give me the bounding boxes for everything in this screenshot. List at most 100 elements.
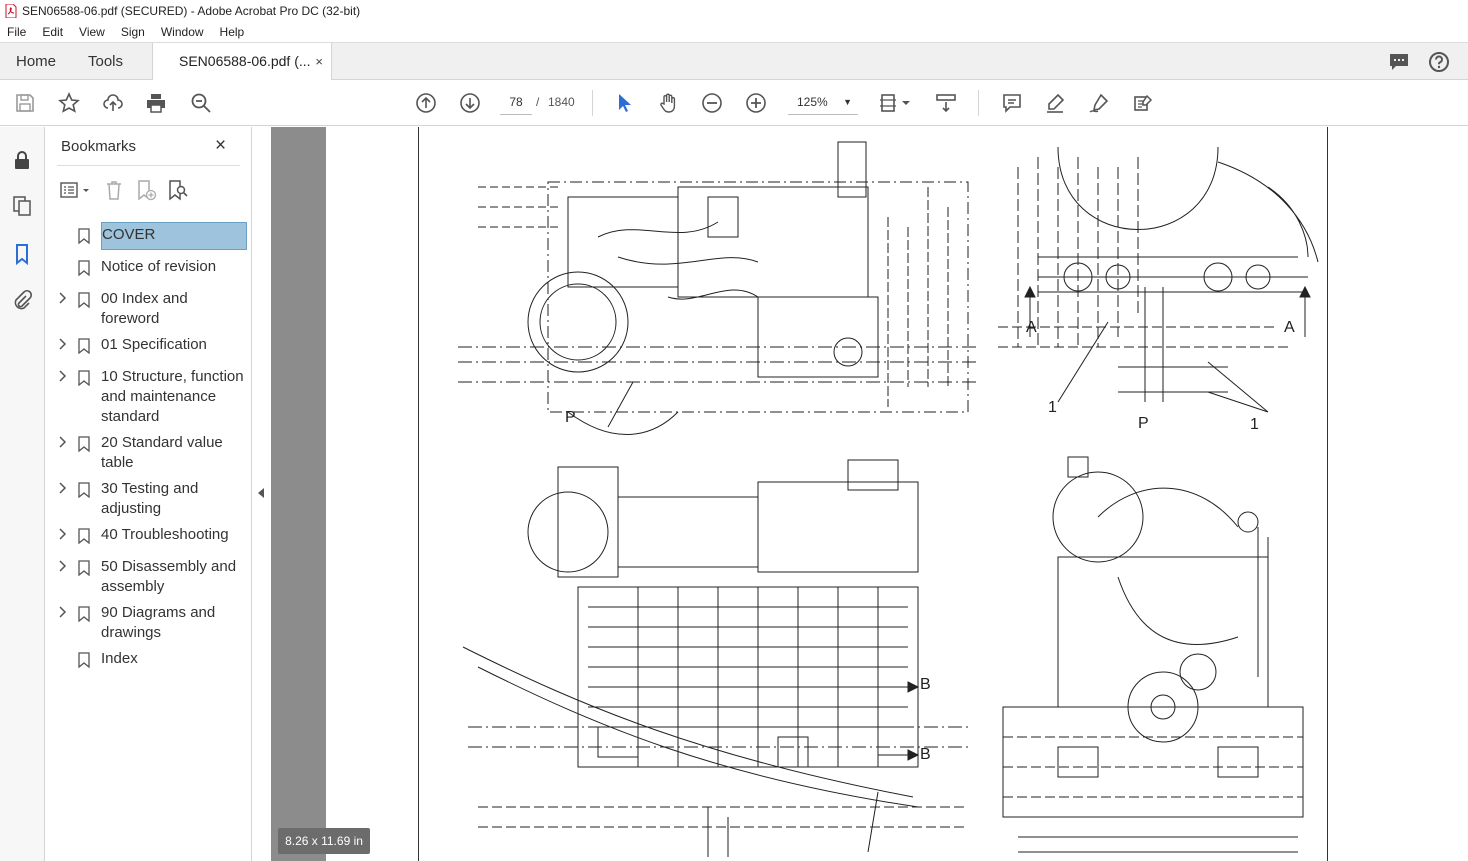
save-icon[interactable]: [13, 91, 37, 115]
add-comment-icon[interactable]: [1000, 91, 1024, 115]
zoom-search-icon[interactable]: [189, 91, 213, 115]
toolbar-divider: [978, 90, 979, 116]
label-b-top: B: [920, 676, 931, 693]
tab-document[interactable]: SEN06588-06.pdf (... ×: [152, 43, 332, 81]
bookmark-icon: [78, 528, 90, 544]
zoom-level-dropdown[interactable]: 125% ▼: [788, 89, 858, 115]
bookmark-label: 90 Diagrams and drawings: [101, 604, 216, 641]
window-title: SEN06588-06.pdf (SECURED) - Adobe Acroba…: [22, 4, 361, 18]
zoom-in-icon[interactable]: [744, 91, 768, 115]
engine-technical-drawing: P A A 1 P 1 B B: [458, 141, 1319, 857]
acrobat-pdf-icon: [5, 4, 17, 18]
toolbar-divider: [592, 90, 593, 116]
bookmark-icon: [78, 560, 90, 576]
chevron-right-icon[interactable]: [58, 435, 68, 449]
bookmark-icon: [78, 260, 90, 276]
label-1-right: 1: [1250, 416, 1259, 433]
chevron-right-icon[interactable]: [58, 481, 68, 495]
upload-share-icon[interactable]: [101, 91, 125, 115]
star-bookmark-icon[interactable]: [57, 91, 81, 115]
find-bookmark-icon[interactable]: [167, 179, 189, 201]
edit-text-icon[interactable]: [1131, 91, 1155, 115]
page-separator: /: [536, 95, 540, 109]
next-page-icon[interactable]: [458, 91, 482, 115]
chevron-right-icon[interactable]: [58, 291, 68, 305]
bookmark-label: Notice of revision: [101, 258, 217, 275]
label-a-right: A: [1284, 319, 1295, 336]
select-cursor-icon[interactable]: [612, 91, 636, 115]
delete-bookmark-icon[interactable]: [103, 179, 125, 201]
divider: [57, 165, 240, 166]
engine-side-view-top: [458, 141, 978, 435]
chevron-right-icon[interactable]: [58, 605, 68, 619]
new-bookmark-icon[interactable]: [135, 179, 157, 201]
menu-file[interactable]: File: [0, 25, 34, 39]
previous-page-icon[interactable]: [414, 91, 438, 115]
page-number-input[interactable]: 78: [500, 89, 532, 115]
bookmark-label: Index: [101, 650, 138, 667]
panel-collapse-handle[interactable]: [253, 127, 271, 861]
tabs-row: Home Tools SEN06588-06.pdf (... ×: [0, 42, 1468, 81]
label-a-left: A: [1026, 319, 1037, 336]
bookmark-item-cover[interactable]: COVER: [45, 222, 252, 250]
bookmark-icon: [78, 292, 90, 308]
chevron-right-icon[interactable]: [58, 369, 68, 383]
bookmark-label: 00 Index and foreword: [101, 290, 188, 327]
comment-chat-icon[interactable]: [1388, 51, 1410, 73]
menu-window[interactable]: Window: [153, 25, 212, 39]
bookmarks-panel: Bookmarks × COVER Notice of revision 00 …: [45, 127, 252, 861]
left-navigation-rail: [0, 127, 45, 861]
page-fit-icon[interactable]: [878, 91, 916, 115]
menu-view[interactable]: View: [71, 25, 113, 39]
zoom-out-icon[interactable]: [700, 91, 724, 115]
bookmark-label: 50 Disassembly and assembly: [101, 558, 237, 595]
print-icon[interactable]: [144, 91, 168, 115]
bookmark-icon: [78, 370, 90, 386]
bookmark-label: 01 Specification: [101, 336, 207, 353]
draw-sign-icon[interactable]: [1087, 91, 1111, 115]
chevron-down-icon: ▼: [843, 97, 852, 107]
tab-document-label: SEN06588-06.pdf (...: [179, 53, 311, 69]
attachments-paperclip-icon[interactable]: [11, 289, 33, 311]
collapse-left-icon[interactable]: [258, 488, 264, 498]
bookmark-icon: [78, 652, 90, 668]
close-icon[interactable]: ×: [215, 135, 226, 157]
tab-tools[interactable]: Tools: [88, 43, 123, 80]
engine-front-view: [1002, 456, 1304, 853]
bookmark-label: 30 Testing and adjusting: [101, 480, 199, 517]
bookmark-icon: [78, 606, 90, 622]
bookmark-label: 10 Structure, function and maintenance s…: [101, 368, 244, 425]
chevron-right-icon[interactable]: [58, 527, 68, 541]
bookmark-label: 40 Troubleshooting: [101, 526, 229, 543]
scroll-mode-icon[interactable]: [934, 91, 958, 115]
label-p-top: P: [565, 409, 576, 426]
chevron-right-icon[interactable]: [58, 559, 68, 573]
bookmark-icon: [78, 228, 90, 244]
tab-home[interactable]: Home: [16, 43, 56, 80]
hand-tool-icon[interactable]: [656, 91, 680, 115]
lock-icon[interactable]: [11, 149, 33, 171]
document-viewer[interactable]: P A A 1 P 1 B B: [271, 127, 1468, 861]
bookmark-icon: [78, 436, 90, 452]
engine-section-view: [998, 146, 1319, 413]
menu-help[interactable]: Help: [212, 25, 253, 39]
tab-close-icon[interactable]: ×: [315, 43, 323, 80]
pdf-page: P A A 1 P 1 B B: [326, 127, 1468, 861]
bookmarks-title: Bookmarks: [61, 138, 137, 155]
help-icon[interactable]: [1428, 51, 1450, 73]
menu-edit[interactable]: Edit: [34, 25, 71, 39]
label-b-bottom: B: [920, 746, 931, 763]
highlight-pen-icon[interactable]: [1043, 91, 1067, 115]
title-bar: SEN06588-06.pdf (SECURED) - Adobe Acroba…: [0, 0, 1468, 22]
menu-sign[interactable]: Sign: [113, 25, 153, 39]
chevron-right-icon[interactable]: [58, 337, 68, 351]
bookmark-panel-icon[interactable]: [11, 243, 33, 265]
page-size-indicator: 8.26 x 11.69 in: [278, 828, 370, 854]
viewer-gutter: [271, 127, 326, 861]
page-total: 1840: [548, 95, 575, 109]
bookmarks-toolbar: [59, 177, 189, 203]
bookmark-icon: [78, 338, 90, 354]
page-thumbnails-icon[interactable]: [11, 195, 33, 217]
bookmark-options-icon[interactable]: [59, 179, 93, 201]
label-1-left: 1: [1048, 399, 1057, 416]
